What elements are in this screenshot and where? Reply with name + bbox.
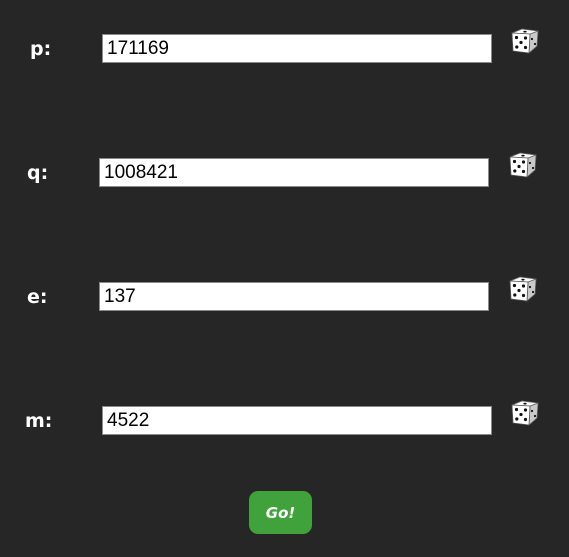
dice-icon[interactable] xyxy=(510,27,540,57)
q-input[interactable] xyxy=(99,158,489,187)
go-button[interactable]: Go! xyxy=(249,491,312,534)
dice-icon[interactable] xyxy=(508,151,538,181)
dice-icon[interactable] xyxy=(508,275,538,305)
dice-icon[interactable] xyxy=(510,399,540,429)
field-label-p: p: xyxy=(30,38,52,60)
field-label-q: q: xyxy=(27,162,49,184)
e-input[interactable] xyxy=(99,282,489,311)
field-label-e: e: xyxy=(27,286,48,308)
field-label-m: m: xyxy=(25,410,53,432)
m-input[interactable] xyxy=(102,406,492,435)
p-input[interactable] xyxy=(102,34,492,63)
